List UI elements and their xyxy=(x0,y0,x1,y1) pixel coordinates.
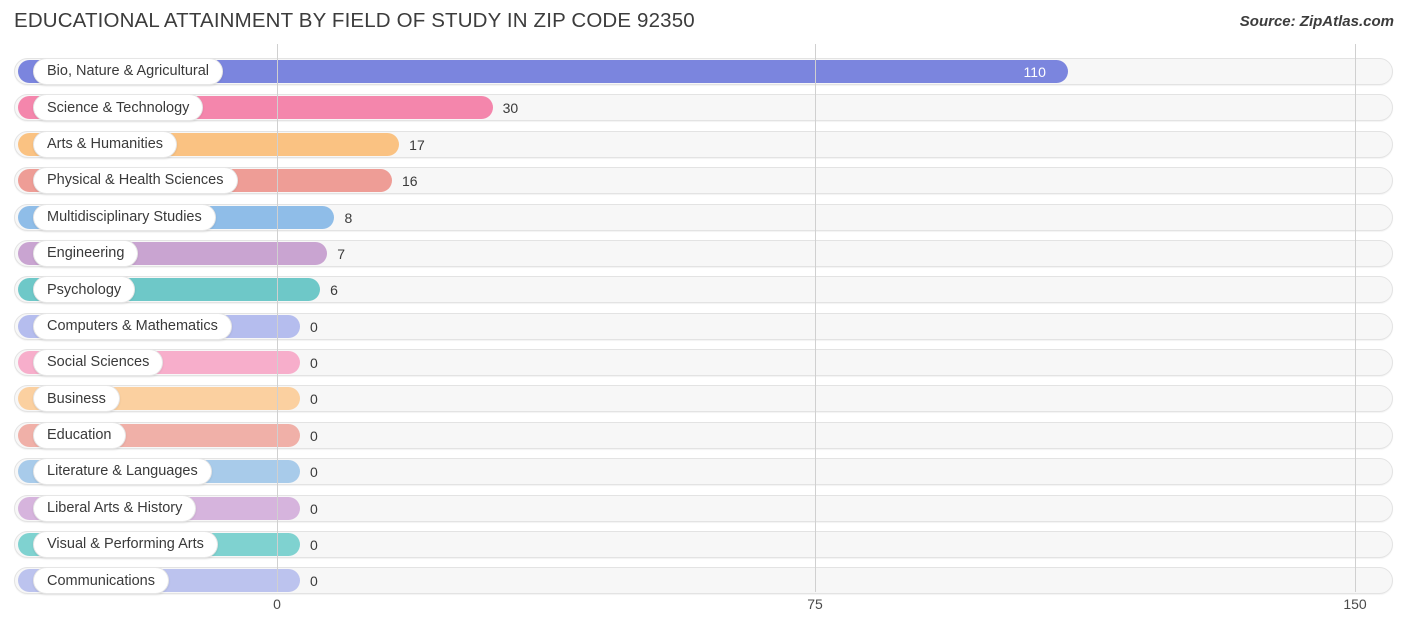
chart-row: Bio, Nature & Agricultural 110 xyxy=(0,55,1406,91)
bar-category-label: Multidisciplinary Studies xyxy=(33,203,216,231)
chart-row: Arts & Humanities 17 xyxy=(0,128,1406,164)
bar-value-label: 30 xyxy=(502,100,519,117)
bar-value-label: 16 xyxy=(401,173,418,190)
chart-header: EDUCATIONAL ATTAINMENT BY FIELD OF STUDY… xyxy=(0,0,1406,44)
bar-category-label: Liberal Arts & History xyxy=(33,494,197,522)
bar-category-label: Psychology xyxy=(33,276,136,304)
bar-category-label: Education xyxy=(33,421,126,449)
bar-value-label: 17 xyxy=(409,136,425,153)
chart-page: EDUCATIONAL ATTAINMENT BY FIELD OF STUDY… xyxy=(0,0,1406,631)
bar-value-label: 0 xyxy=(310,573,318,590)
bar-value-label: 8 xyxy=(344,209,353,226)
page-title: EDUCATIONAL ATTAINMENT BY FIELD OF STUDY… xyxy=(14,9,695,32)
bar-category-label: Communications xyxy=(33,567,169,595)
bar-category-label-text: Computers & Mathematics xyxy=(47,317,218,334)
bar-category-label-text: Science & Technology xyxy=(47,99,190,116)
bar-category-label: Social Sciences xyxy=(33,349,164,377)
chart-row: Social Sciences 0 xyxy=(0,346,1406,382)
bar-category-label-text: Communications xyxy=(47,572,155,589)
bar-category-label-text: Education xyxy=(47,427,112,444)
gridline xyxy=(815,44,816,592)
bar-value-label: 0 xyxy=(310,427,318,444)
bar-value-label: 6 xyxy=(330,282,338,299)
bar-value-label: 0 xyxy=(310,464,318,481)
bar-category-label: Physical & Health Sciences xyxy=(33,167,238,195)
bar-category-label-text: Psychology xyxy=(47,281,122,298)
bar-value-label: 0 xyxy=(310,500,318,517)
chart-row: Physical & Health Sciences 16 xyxy=(0,164,1406,200)
chart-row: Business 0 xyxy=(0,382,1406,418)
bar-category-label: Arts & Humanities xyxy=(33,130,178,158)
bar-category-label-text: Bio, Nature & Agricultural xyxy=(47,63,209,80)
chart-row: Science & Technology 30 xyxy=(0,91,1406,127)
bar-category-label-text: Physical & Health Sciences xyxy=(47,172,224,189)
gridline xyxy=(1355,44,1356,592)
bar-category-label: Engineering xyxy=(33,239,139,267)
chart-plot-area: Bio, Nature & Agricultural 110 Science & T… xyxy=(0,44,1406,595)
bar-category-label-text: Business xyxy=(47,390,106,407)
chart-row: Education 0 xyxy=(0,419,1406,455)
bar-category-label-text: Arts & Humanities xyxy=(47,136,164,152)
chart-row: Engineering 7 xyxy=(0,237,1406,273)
source-attribution: Source: ZipAtlas.com xyxy=(1239,13,1394,30)
bar-category-label-text: Engineering xyxy=(47,245,125,262)
chart-row: Visual & Performing Arts 0 xyxy=(0,528,1406,564)
bar-category-label-text: Liberal Arts & History xyxy=(47,499,183,516)
chart-row: Computers & Mathematics 0 xyxy=(0,310,1406,346)
chart-row: Literature & Languages 0 xyxy=(0,455,1406,491)
x-axis-tick-label: 0 xyxy=(273,596,281,612)
bar-value-label: 110 xyxy=(1023,64,1046,80)
chart-row: Psychology 6 xyxy=(0,273,1406,309)
bar-value-label: 0 xyxy=(310,391,318,408)
bar-category-label: Business xyxy=(33,385,120,413)
bar-category-label: Science & Technology xyxy=(33,94,204,122)
bar-category-label: Visual & Performing Arts xyxy=(33,530,218,558)
bar-category-label-text: Multidisciplinary Studies xyxy=(47,208,202,225)
chart-row: Liberal Arts & History 0 xyxy=(0,492,1406,528)
chart-row: Multidisciplinary Studies 8 xyxy=(0,201,1406,237)
bar-category-label-text: Social Sciences xyxy=(47,354,150,371)
x-axis: 0 75 150 xyxy=(0,592,1406,631)
bar-value-label: 0 xyxy=(310,536,318,553)
bar-category-label-text: Visual & Performing Arts xyxy=(47,536,204,553)
x-axis-tick-label: 75 xyxy=(807,596,823,612)
bar-category-label: Literature & Languages xyxy=(33,458,212,486)
x-axis-tick-label: 150 xyxy=(1343,596,1367,612)
bar-value-label: 0 xyxy=(310,318,318,335)
bar-value-label: 7 xyxy=(337,245,346,262)
bar-category-label-text: Literature & Languages xyxy=(47,463,198,480)
bar-category-label: Computers & Mathematics xyxy=(33,312,232,340)
gridline xyxy=(277,44,278,592)
bar-value-label: 0 xyxy=(310,355,318,372)
bar-category-label: Bio, Nature & Agricultural xyxy=(33,58,223,85)
